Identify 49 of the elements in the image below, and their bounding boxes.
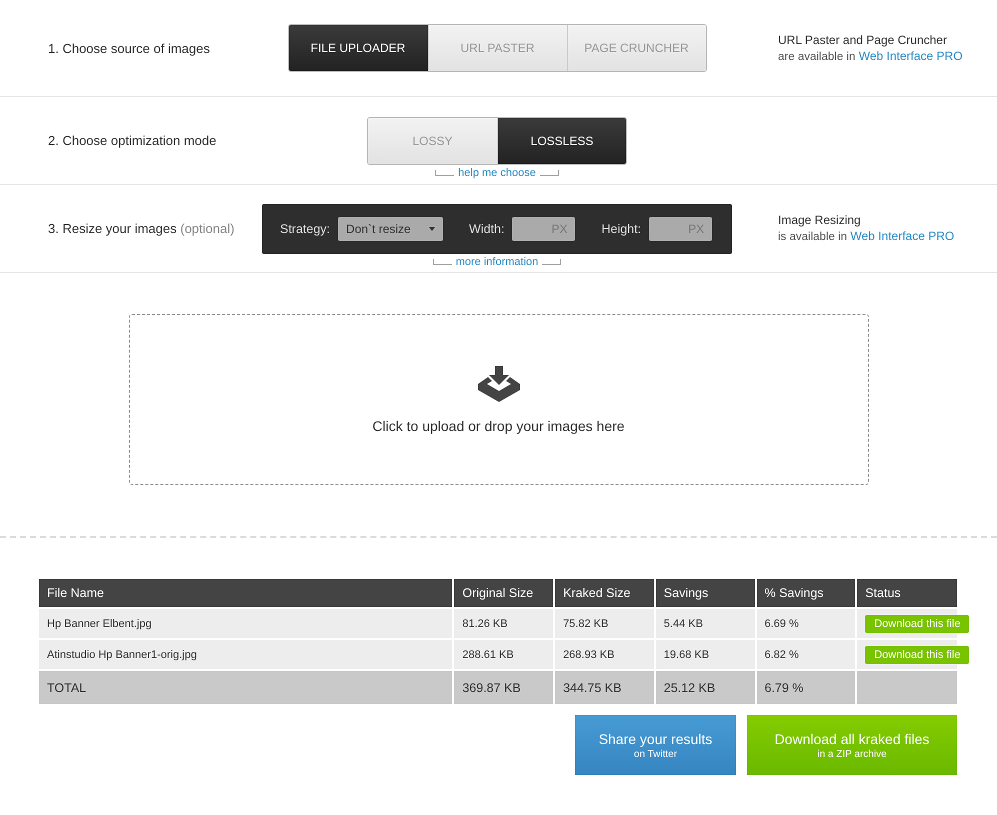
table-cell: 268.93 KB [554, 639, 655, 670]
upload-instructions: Click to upload or drop your images here [372, 418, 625, 434]
total-cell: 369.87 KB [453, 670, 554, 704]
column-header: File Name [39, 579, 454, 608]
table-cell: 19.68 KB [654, 639, 756, 670]
note-text: URL Paster and Page Cruncher [778, 32, 948, 48]
upload-tray-icon [478, 366, 520, 404]
table-cell: 75.82 KB [554, 608, 655, 639]
total-cell: 25.12 KB [654, 670, 756, 704]
total-cell: 344.75 KB [554, 670, 655, 704]
segment-tab[interactable]: LOSSY [368, 118, 497, 164]
download-file-button[interactable]: Download this file [865, 646, 970, 664]
upload-dropzone[interactable]: Click to upload or drop your images here [128, 314, 868, 485]
pro-link[interactable]: Web Interface PRO [858, 48, 963, 62]
step-label: 2. Choose optimization mode [48, 133, 216, 148]
segment-tab[interactable]: PAGE CRUNCHER [566, 25, 706, 71]
step-label: 1. Choose source of images [48, 40, 210, 56]
total-cell: TOTAL [39, 670, 454, 704]
column-header: Status [856, 579, 957, 608]
note-text: is available in [778, 231, 848, 243]
help-link[interactable]: more information [432, 256, 562, 268]
step-label: 3. Resize your images [48, 221, 177, 236]
pro-link[interactable]: Web Interface PRO [850, 229, 954, 243]
table-cell: 6.82 % [756, 639, 856, 670]
width-label: Width: [469, 222, 504, 236]
table-cell: Atinstudio Hp Banner1-orig.jpg [39, 639, 454, 670]
note-text: Image Resizing [778, 212, 862, 228]
table-cell: 81.26 KB [453, 608, 554, 639]
height-label: Height: [601, 222, 642, 236]
download-button[interactable]: Download all kraked files in a ZIP archive [747, 715, 957, 775]
column-header: Original Size [453, 579, 554, 608]
strategy-dropdown[interactable]: Don`t resize [338, 216, 444, 240]
segment-tab[interactable]: URL PASTER [428, 25, 566, 71]
strategy-label: Strategy: [280, 222, 330, 236]
share-button[interactable]: Share your results on Twitter [575, 715, 736, 775]
table-cell: 288.61 KB [453, 639, 554, 670]
help-link[interactable]: help me choose [435, 166, 559, 178]
total-cell: 6.79 % [756, 670, 856, 704]
column-header: Savings [654, 579, 756, 608]
table-cell: 5.44 KB [654, 608, 756, 639]
column-header: % Savings [756, 579, 856, 608]
table-cell: Hp Banner Elbent.jpg [39, 608, 454, 639]
table-cell: 6.69 % [756, 608, 856, 639]
optional-hint: (optional) [180, 221, 234, 236]
column-header: Kraked Size [554, 579, 655, 608]
segment-tab[interactable]: LOSSLESS [497, 118, 626, 164]
segment-tab[interactable]: FILE UPLOADER [288, 25, 428, 71]
download-file-button[interactable]: Download this file [865, 614, 970, 632]
note-text: are available in [778, 50, 856, 62]
